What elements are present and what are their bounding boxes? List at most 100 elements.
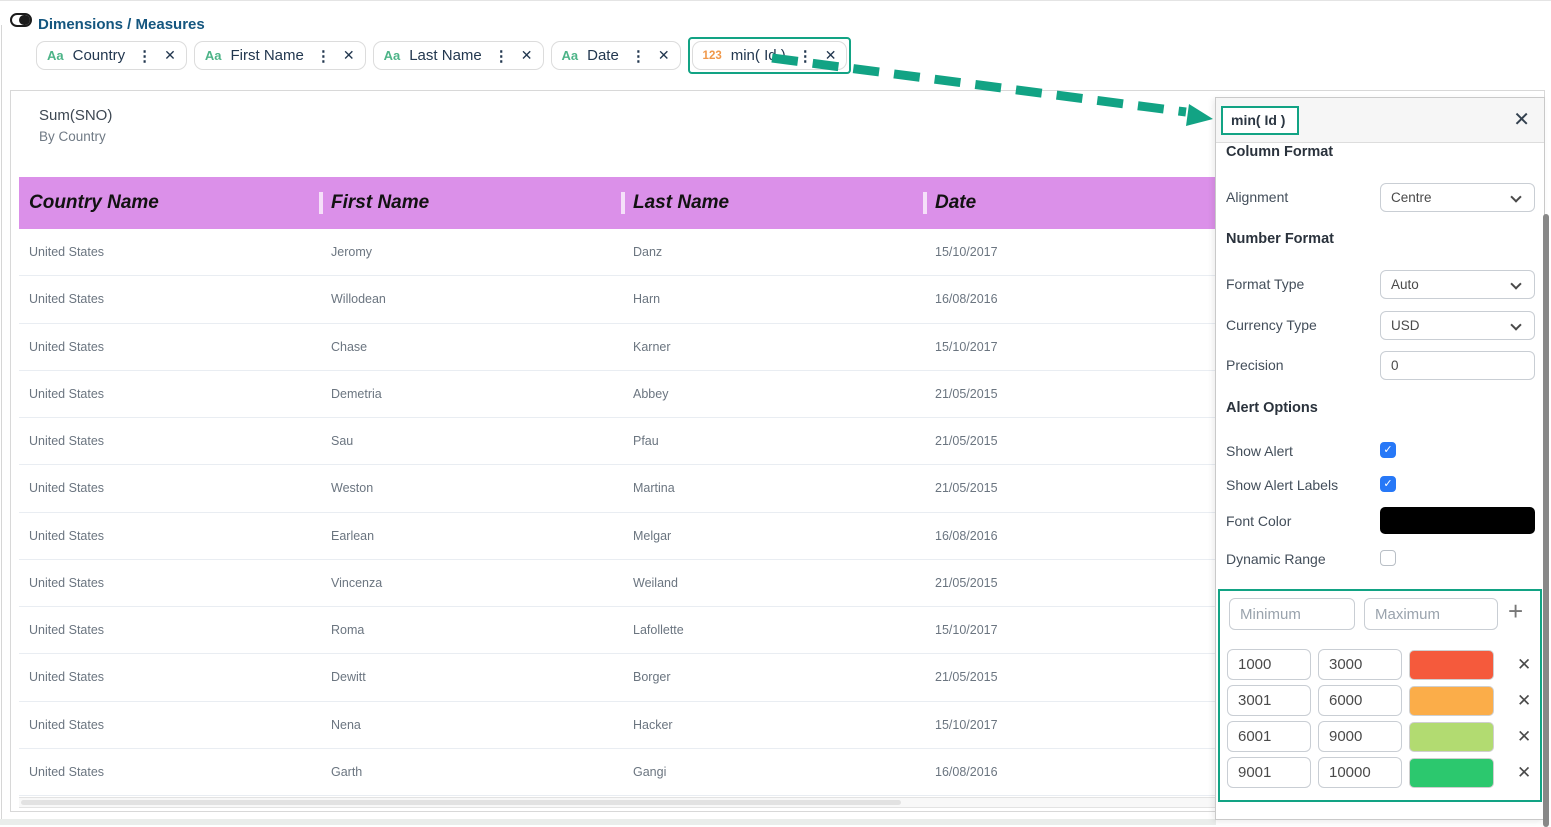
remove-field-icon[interactable]: ✕ xyxy=(164,47,176,64)
alignment-value: Centre xyxy=(1391,190,1432,205)
column-header: Last Name xyxy=(623,192,925,214)
range-color-swatch[interactable] xyxy=(1409,758,1494,788)
field-chip-body[interactable]: Aa First Name ⋮ ✕ xyxy=(194,41,366,70)
cell-last-name: Gangi xyxy=(623,765,925,779)
cell-country: United States xyxy=(19,434,321,448)
bottom-edge xyxy=(0,819,1216,825)
range-min-input[interactable] xyxy=(1227,757,1311,788)
horizontal-scrollbar-thumb[interactable] xyxy=(21,800,901,805)
precision-label: Precision xyxy=(1226,357,1284,373)
cell-country: United States xyxy=(19,529,321,543)
delete-range-icon[interactable]: ✕ xyxy=(1517,727,1531,747)
cell-first-name: Earlean xyxy=(321,529,623,543)
column-resize-handle[interactable] xyxy=(621,192,625,214)
range-max-input[interactable] xyxy=(1318,685,1402,716)
cell-country: United States xyxy=(19,387,321,401)
cell-country: United States xyxy=(19,718,321,732)
format-type-label: Format Type xyxy=(1226,276,1304,292)
field-chip[interactable]: Aa Country ⋮ ✕ xyxy=(36,41,187,70)
dimensions-measures-toolbar: Dimensions / Measures Aa Country ⋮ ✕ Aa … xyxy=(0,0,1551,88)
column-resize-handle[interactable] xyxy=(319,192,323,214)
cell-first-name: Sau xyxy=(321,434,623,448)
add-range-icon[interactable]: + xyxy=(1508,596,1523,627)
remove-field-icon[interactable]: ✕ xyxy=(825,47,837,64)
field-chip[interactable]: Aa First Name ⋮ ✕ xyxy=(194,41,366,70)
column-resize-handle[interactable] xyxy=(923,192,927,214)
cell-last-name: Abbey xyxy=(623,387,925,401)
field-type-icon: Aa xyxy=(47,48,64,63)
field-chip-label: min( Id ) xyxy=(731,47,786,64)
range-row: ✕ xyxy=(1227,685,1535,716)
column-header: First Name xyxy=(321,192,623,214)
cell-last-name: Martina xyxy=(623,481,925,495)
range-max-input[interactable] xyxy=(1318,721,1402,752)
field-type-icon: Aa xyxy=(205,48,222,63)
cell-first-name: Demetria xyxy=(321,387,623,401)
minimum-input[interactable] xyxy=(1229,598,1355,630)
field-chip-label: First Name xyxy=(231,47,304,64)
precision-input[interactable]: 0 xyxy=(1380,351,1535,380)
cell-country: United States xyxy=(19,765,321,779)
field-chip-body[interactable]: Aa Country ⋮ ✕ xyxy=(36,41,187,70)
cell-first-name: Weston xyxy=(321,481,623,495)
cell-first-name: Jeromy xyxy=(321,245,623,259)
field-chip-label: Country xyxy=(73,47,126,64)
cell-last-name: Karner xyxy=(623,340,925,354)
show-alert-labels-checkbox[interactable]: ✓ xyxy=(1380,476,1396,492)
currency-type-select[interactable]: USD xyxy=(1380,311,1535,340)
range-color-swatch[interactable] xyxy=(1409,650,1494,680)
range-row: ✕ xyxy=(1227,721,1535,752)
close-icon[interactable]: ✕ xyxy=(1513,107,1530,132)
dynamic-range-checkbox[interactable]: ✓ xyxy=(1380,550,1396,566)
remove-field-icon[interactable]: ✕ xyxy=(343,47,355,64)
range-min-input[interactable] xyxy=(1227,649,1311,680)
range-max-input[interactable] xyxy=(1318,757,1402,788)
font-color-swatch[interactable] xyxy=(1380,507,1535,534)
field-chip-label: Last Name xyxy=(409,47,482,64)
field-chip[interactable]: Aa Date ⋮ ✕ xyxy=(551,41,681,70)
range-min-input[interactable] xyxy=(1227,685,1311,716)
field-chip-body[interactable]: Aa Date ⋮ ✕ xyxy=(551,41,681,70)
dynamic-range-label: Dynamic Range xyxy=(1226,551,1326,567)
font-color-label: Font Color xyxy=(1226,513,1291,529)
maximum-input[interactable] xyxy=(1364,598,1498,630)
field-chip-body[interactable]: Aa Last Name ⋮ ✕ xyxy=(373,41,544,70)
format-type-select[interactable]: Auto xyxy=(1380,270,1535,299)
kebab-menu-icon[interactable]: ⋮ xyxy=(798,47,813,65)
format-panel: min( Id ) ✕ Column Format Alignment Cent… xyxy=(1215,97,1545,820)
chevron-down-icon xyxy=(1510,319,1521,330)
delete-range-icon[interactable]: ✕ xyxy=(1517,691,1531,711)
cell-first-name: Chase xyxy=(321,340,623,354)
kebab-menu-icon[interactable]: ⋮ xyxy=(494,47,509,65)
range-max-input[interactable] xyxy=(1318,649,1402,680)
range-rows: ✕ ✕ ✕ xyxy=(1227,649,1535,793)
kebab-menu-icon[interactable]: ⋮ xyxy=(137,47,152,65)
delete-range-icon[interactable]: ✕ xyxy=(1517,763,1531,783)
field-chip[interactable]: 123 min( Id ) ⋮ ✕ xyxy=(688,37,852,74)
check-icon: ✓ xyxy=(1381,443,1395,457)
alignment-select[interactable]: Centre xyxy=(1380,183,1535,212)
currency-type-label: Currency Type xyxy=(1226,317,1317,333)
kebab-menu-icon[interactable]: ⋮ xyxy=(316,47,331,65)
range-color-swatch[interactable] xyxy=(1409,722,1494,752)
field-type-icon: Aa xyxy=(562,48,579,63)
field-chip[interactable]: Aa Last Name ⋮ ✕ xyxy=(373,41,544,70)
remove-field-icon[interactable]: ✕ xyxy=(521,47,533,64)
collapse-toggle-icon[interactable] xyxy=(10,13,32,27)
cell-country: United States xyxy=(19,245,321,259)
vertical-scrollbar-thumb[interactable] xyxy=(1543,214,1549,827)
delete-range-icon[interactable]: ✕ xyxy=(1517,655,1531,675)
show-alert-labels-label: Show Alert Labels xyxy=(1226,477,1338,493)
show-alert-checkbox[interactable]: ✓ xyxy=(1380,442,1396,458)
range-row: ✕ xyxy=(1227,649,1535,680)
range-min-input[interactable] xyxy=(1227,721,1311,752)
kebab-menu-icon[interactable]: ⋮ xyxy=(631,47,646,65)
show-alert-label: Show Alert xyxy=(1226,443,1293,459)
dimensions-measures-title: Dimensions / Measures xyxy=(38,16,205,33)
cell-first-name: Garth xyxy=(321,765,623,779)
alignment-label: Alignment xyxy=(1226,189,1288,205)
remove-field-icon[interactable]: ✕ xyxy=(658,47,670,64)
cell-last-name: Danz xyxy=(623,245,925,259)
field-chip-body[interactable]: 123 min( Id ) ⋮ ✕ xyxy=(692,41,848,70)
range-color-swatch[interactable] xyxy=(1409,686,1494,716)
